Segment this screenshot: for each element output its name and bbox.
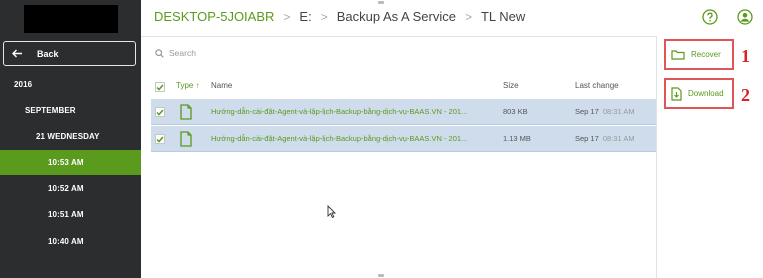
search-box[interactable]: Search	[155, 48, 196, 58]
search-icon	[155, 48, 164, 58]
file-name[interactable]: Hướng-dẫn-cài-đặt-Agent-và-lập-lịch-Back…	[211, 107, 491, 116]
sort-asc-icon: ↑	[195, 81, 200, 90]
row-checkbox[interactable]	[155, 107, 165, 117]
tree-item-time[interactable]: 10:52 AM	[0, 176, 141, 201]
tree-item-month[interactable]: SEPTEMBER	[0, 98, 141, 123]
column-header-last-change[interactable]: Last change	[575, 81, 619, 90]
tree-item-time[interactable]: 10:40 AM	[0, 229, 141, 254]
tree-item-year[interactable]: 2016	[0, 72, 141, 97]
column-header-name[interactable]: Name	[211, 81, 232, 90]
download-label: Download	[688, 89, 724, 98]
breadcrumb-item[interactable]: DESKTOP-5JOIABR	[154, 9, 274, 24]
tree-item-time[interactable]: 10:53 AM	[0, 150, 141, 175]
file-last-change: Sep 17 08:31 AM	[575, 107, 635, 116]
back-button[interactable]: Back	[3, 41, 136, 66]
file-last-change: Sep 17 08:31 AM	[575, 134, 635, 143]
breadcrumb-item[interactable]: TL New	[481, 9, 525, 24]
annotation-badge-2: 2	[741, 85, 750, 105]
check-icon	[156, 84, 164, 91]
breadcrumb-item[interactable]: Backup As A Service	[337, 9, 456, 24]
breadcrumb-item[interactable]: E:	[299, 9, 311, 24]
row-checkbox[interactable]	[155, 134, 165, 144]
help-circle-icon[interactable]	[702, 9, 718, 25]
actions-panel: Recover 1 Download 2	[656, 36, 763, 278]
scroll-marker	[378, 1, 384, 4]
header: DESKTOP-5JOIABR > E: > Backup As A Servi…	[141, 0, 763, 36]
download-button[interactable]: Download	[664, 78, 734, 109]
file-size: 1.13 MB	[503, 134, 531, 143]
file-list-panel: Search Type ↑ Name Size Last change Hướn…	[141, 36, 656, 278]
column-header-size[interactable]: Size	[503, 81, 519, 90]
tree-item-time[interactable]: 10:51 AM	[0, 202, 141, 227]
mouse-cursor-icon	[327, 204, 337, 223]
breadcrumb-separator: >	[320, 9, 328, 24]
breadcrumb-separator: >	[283, 9, 291, 24]
table-row[interactable]: Hướng-dẫn-cài-đặt-Agent-và-lập-lịch-Back…	[151, 99, 656, 125]
check-icon	[156, 109, 164, 116]
search-input[interactable]: Search	[169, 48, 196, 58]
scroll-marker	[378, 274, 384, 277]
recover-button[interactable]: Recover	[664, 39, 734, 70]
file-date: Sep 17	[575, 134, 599, 143]
file-time: 08:31 AM	[602, 134, 635, 143]
arrow-left-icon	[12, 49, 24, 58]
tree-item-day[interactable]: 21 WEDNESDAY	[0, 124, 141, 149]
recover-label: Recover	[691, 50, 721, 59]
column-header-type[interactable]: Type ↑	[176, 81, 200, 90]
annotation-badge-1: 1	[741, 46, 750, 66]
file-name[interactable]: Hướng-dẫn-cài-đặt-Agent-và-lập-lịch-Back…	[211, 134, 491, 143]
folder-icon	[671, 49, 685, 60]
sidebar: Back 2016 SEPTEMBER 21 WEDNESDAY 10:53 A…	[0, 0, 141, 278]
logo	[24, 5, 118, 33]
file-size: 803 KB	[503, 107, 528, 116]
select-all-checkbox[interactable]	[155, 82, 165, 92]
check-icon	[156, 136, 164, 143]
column-type-label: Type	[176, 81, 194, 90]
breadcrumb: DESKTOP-5JOIABR > E: > Backup As A Servi…	[154, 9, 525, 24]
download-icon	[671, 86, 682, 101]
file-date: Sep 17	[575, 107, 599, 116]
breadcrumb-separator: >	[464, 9, 472, 24]
file-icon	[180, 131, 192, 152]
file-icon	[180, 104, 192, 125]
back-label: Back	[37, 48, 59, 59]
user-icon[interactable]	[737, 9, 753, 25]
file-time: 08:31 AM	[602, 107, 635, 116]
table-row[interactable]: Hướng-dẫn-cài-đặt-Agent-và-lập-lịch-Back…	[151, 126, 656, 152]
